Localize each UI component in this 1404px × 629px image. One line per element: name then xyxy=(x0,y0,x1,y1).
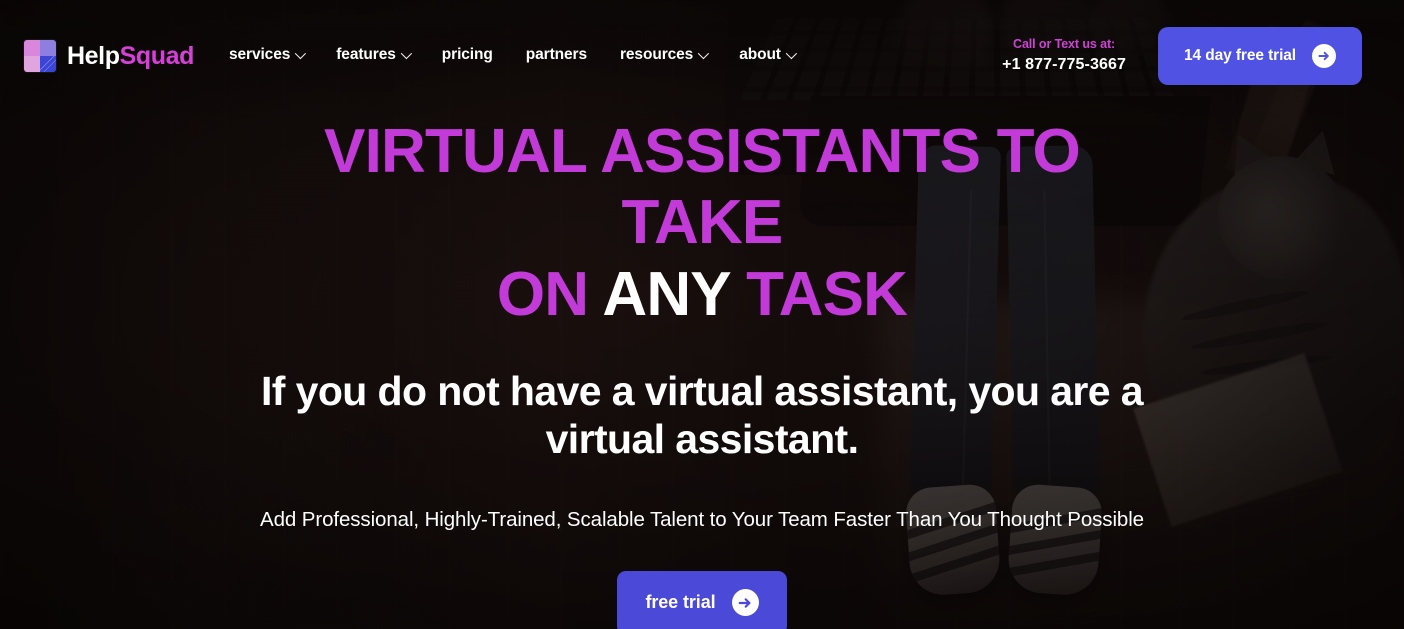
nav-label: resources xyxy=(619,46,694,63)
nav-item-about[interactable]: about xyxy=(739,46,797,64)
nav-label: about xyxy=(739,46,781,63)
header-free-trial-button[interactable]: 14 day free trial xyxy=(1157,27,1362,85)
hero-headline-highlight: ANY xyxy=(602,259,730,329)
brand-logo-link[interactable]: HelpSquad xyxy=(24,40,194,72)
nav-label: partners xyxy=(525,46,587,63)
brand-wordmark: HelpSquad xyxy=(67,41,195,70)
chevron-down-icon xyxy=(785,47,797,60)
nav-item-features[interactable]: features xyxy=(336,46,412,64)
hero-headline-line2-prefix: ON xyxy=(496,259,603,329)
brand-name-accent: Squad xyxy=(119,41,195,70)
nav-item-pricing[interactable]: pricing xyxy=(442,46,493,64)
hero-free-trial-label: free trial xyxy=(645,592,716,613)
chevron-down-icon xyxy=(697,47,710,60)
hero-content: VIRTUAL ASSISTANTS TO TAKE ON ANY TASK If… xyxy=(0,112,1404,629)
arrow-right-circle-icon xyxy=(731,589,759,617)
header-free-trial-label: 14 day free trial xyxy=(1183,47,1296,64)
hero-headline-line2-suffix: TASK xyxy=(729,259,908,329)
hero-free-trial-button[interactable]: free trial xyxy=(617,570,787,629)
nav-item-resources[interactable]: resources xyxy=(619,46,710,64)
hero-headline: VIRTUAL ASSISTANTS TO TAKE ON ANY TASK xyxy=(237,116,1167,330)
brand-name-primary: Help xyxy=(67,41,120,70)
chevron-down-icon xyxy=(295,47,307,60)
contact-block: Call or Text us at: +1 877-775-3667 xyxy=(1002,35,1126,76)
nav-label: services xyxy=(228,46,291,63)
nav-label: pricing xyxy=(441,46,493,63)
contact-label: Call or Text us at: xyxy=(1013,37,1116,51)
nav-item-partners[interactable]: partners xyxy=(526,46,587,64)
site-header: HelpSquad services features pricing part… xyxy=(0,0,1404,112)
contact-phone-link[interactable]: +1 877-775-3667 xyxy=(1002,56,1126,73)
hero-section: HelpSquad services features pricing part… xyxy=(0,0,1404,629)
nav-label: features xyxy=(336,46,396,63)
hero-headline-line1: VIRTUAL ASSISTANTS TO TAKE xyxy=(324,117,1081,258)
helpsquad-square-logo-icon xyxy=(24,40,56,72)
nav-item-services[interactable]: services xyxy=(228,46,307,64)
main-navigation: services features pricing partners resou… xyxy=(228,46,797,64)
hero-subheadline: If you do not have a virtual assistant, … xyxy=(261,367,1144,462)
chevron-down-icon xyxy=(400,47,412,60)
arrow-right-circle-icon xyxy=(1312,44,1336,68)
header-right-group: Call or Text us at: +1 877-775-3667 14 d… xyxy=(1002,0,1404,85)
hero-description: Add Professional, Highly-Trained, Scalab… xyxy=(260,507,1144,531)
